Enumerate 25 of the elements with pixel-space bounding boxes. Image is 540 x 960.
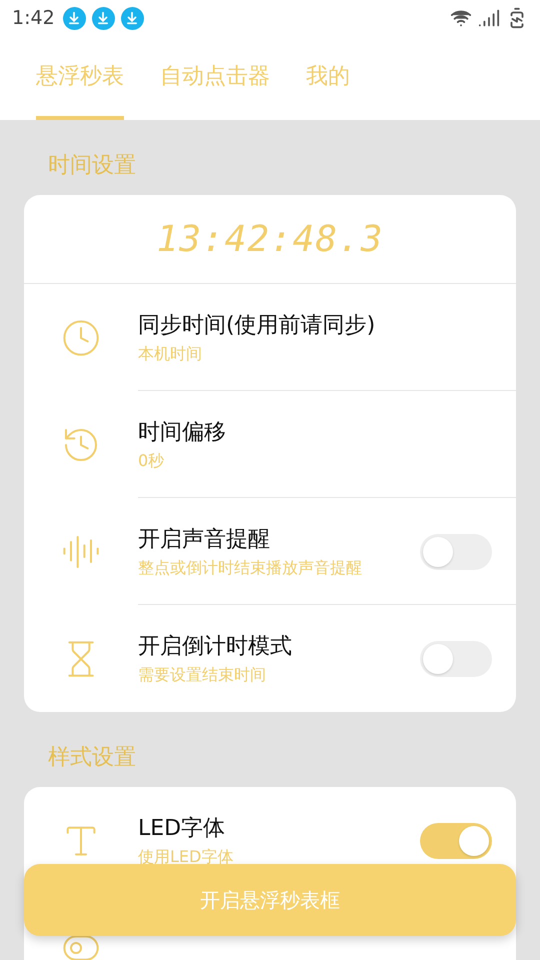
tab[interactable]: 我的 <box>306 36 350 120</box>
toggle-switch[interactable] <box>420 640 492 676</box>
download-icon <box>62 6 86 30</box>
open-floating-stopwatch-button[interactable]: 开启悬浮秒表框 <box>24 864 516 936</box>
status-time: 1:42 <box>12 7 55 29</box>
setting-subtitle: 需要设置结束时间 <box>138 665 266 686</box>
clock-icon <box>61 318 101 358</box>
tab[interactable]: 悬浮秒表 <box>36 36 124 120</box>
download-icon <box>92 6 115 30</box>
section-title: 时间设置 <box>47 152 137 180</box>
led-clock: 13:42:48.3 <box>156 218 384 260</box>
signal-icon <box>478 7 500 29</box>
setting-title: LED字体 <box>138 814 226 842</box>
setting-subtitle: 整点或倒计时结束播放声音提醒 <box>138 558 362 578</box>
setting-title: 开启倒计时模式 <box>138 633 292 661</box>
setting-subtitle: 0秒 <box>138 450 164 472</box>
download-icon <box>120 6 144 30</box>
setting-title: 同步时间(使用前请同步) <box>138 312 376 340</box>
setting-subtitle: 本机时间 <box>138 344 202 364</box>
setting-title: 开启声音提醒 <box>138 526 270 554</box>
setting-title: 时间偏移 <box>138 418 226 446</box>
toggle-switch[interactable] <box>420 822 492 858</box>
tab[interactable]: 自动点击器 <box>160 36 270 120</box>
section-title: 样式设置 <box>47 744 137 772</box>
toggle-switch[interactable] <box>420 534 492 570</box>
